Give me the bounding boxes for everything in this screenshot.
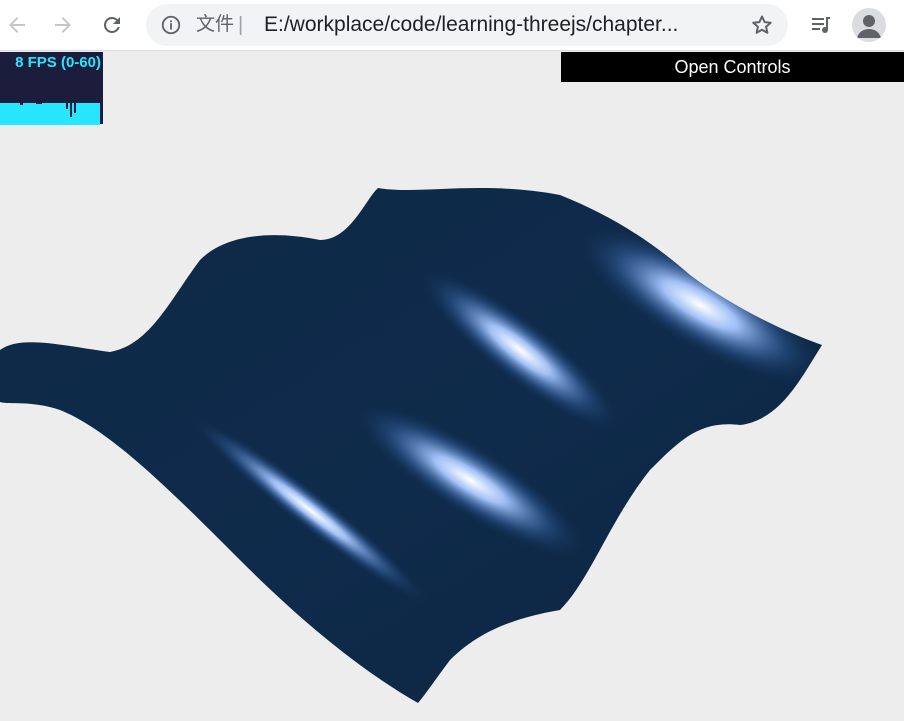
browser-toolbar: 文件 | E:/workplace/code/learning-threejs/… xyxy=(0,0,904,51)
info-icon[interactable] xyxy=(160,14,182,36)
media-control-icon xyxy=(812,17,830,33)
open-controls-button[interactable]: Open Controls xyxy=(561,52,904,82)
profile-button[interactable] xyxy=(852,8,886,42)
webgl-scene[interactable] xyxy=(0,52,904,721)
back-button[interactable] xyxy=(0,8,34,42)
reload-icon xyxy=(103,16,120,33)
reload-button[interactable] xyxy=(95,8,129,42)
arrow-right-icon xyxy=(55,17,71,33)
fps-readout: 8 FPS (0-60) xyxy=(15,54,101,71)
media-control-button[interactable] xyxy=(806,10,836,40)
avatar-icon xyxy=(857,15,881,38)
address-separator: | xyxy=(238,14,244,36)
file-scheme-label: 文件 xyxy=(196,14,235,35)
star-icon[interactable] xyxy=(750,13,774,37)
fps-stats-panel[interactable]: 8 FPS (0-60) xyxy=(0,52,103,125)
address-bar[interactable]: 文件 | E:/workplace/code/learning-threejs/… xyxy=(146,4,788,46)
arrow-left-icon xyxy=(9,17,25,33)
fps-graph xyxy=(0,95,100,125)
forward-button[interactable] xyxy=(46,8,80,42)
url-text[interactable]: E:/workplace/code/learning-threejs/chapt… xyxy=(264,4,734,46)
